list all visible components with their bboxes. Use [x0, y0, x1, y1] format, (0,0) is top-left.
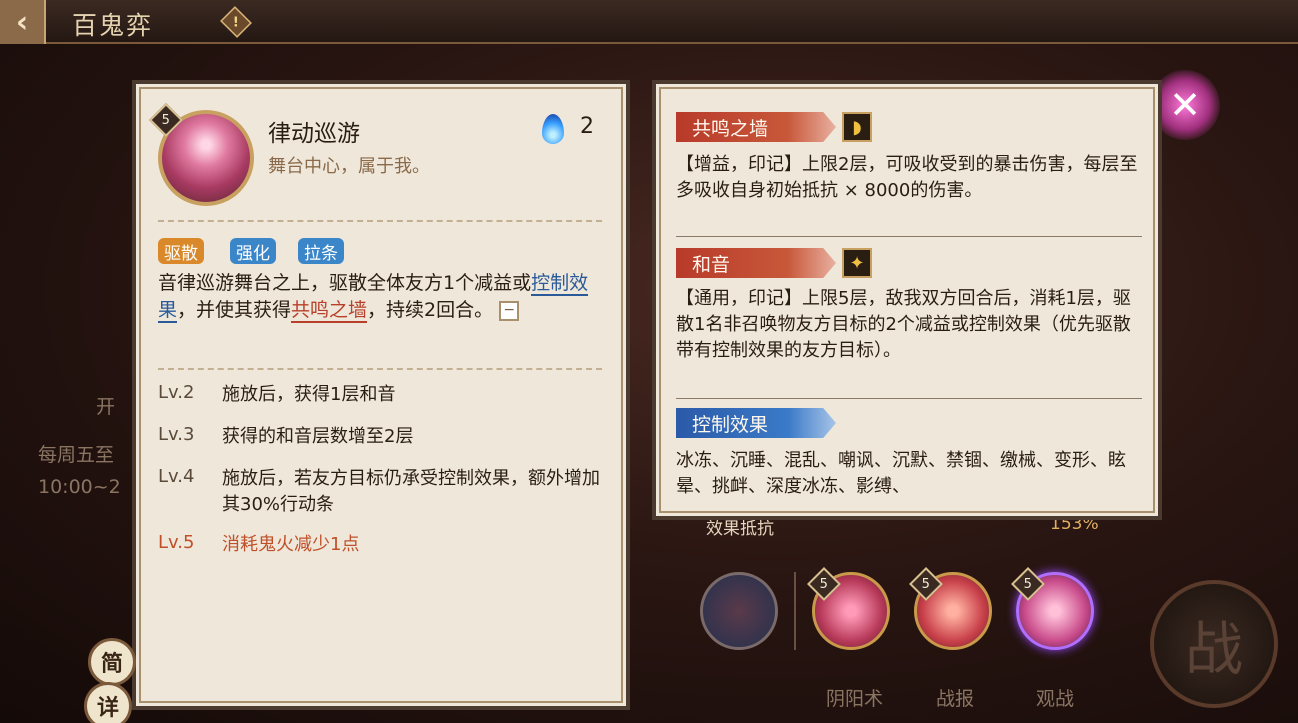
skill-name: 律动巡游: [268, 121, 360, 147]
warning-icon[interactable]: !: [220, 6, 252, 38]
page-title: 百鬼弈: [72, 11, 154, 40]
section-text: 【增益，印记】上限2层，可吸收受到的暴击伤害，每层至多吸收自身初始抵抗 × 80…: [676, 154, 1138, 201]
divider: [158, 368, 602, 370]
skill-main-text: 音律巡游舞台之上，驱散全体友方1个减益或控制效果，并使其获得共鸣之墙，持续2回合…: [158, 272, 589, 323]
top-bar: ‹ 百鬼弈 !: [0, 0, 1298, 44]
skill-description: 舞台中心，属于我。: [268, 156, 430, 177]
brief-toggle-button[interactable]: 简: [88, 638, 136, 686]
section-title: 和音: [676, 248, 836, 278]
tag-push-bar: 拉条: [298, 238, 344, 264]
tag-buff: 强化: [230, 238, 276, 264]
level-row-current: Lv.5 消耗鬼火减少1点: [158, 532, 360, 555]
battle-button[interactable]: 战: [1150, 580, 1278, 708]
bg-faded-text: 10:00~2: [38, 476, 121, 498]
tag-dispel: 驱散: [158, 238, 204, 264]
star-note-icon: ✦: [842, 248, 872, 278]
section-text: 冰冻、沉睡、混乱、嘲讽、沉默、禁锢、缴械、变形、眩晕、挑衅、深度冰冻、影缚、: [676, 450, 1126, 497]
nav-spectate[interactable]: 观战: [1036, 684, 1074, 711]
section-title: 控制效果: [676, 408, 836, 438]
level-row: Lv.2 施放后，获得1层和音: [158, 382, 396, 405]
divider: [676, 236, 1142, 237]
nav-onmyoji[interactable]: 阴阳术: [826, 684, 883, 711]
details-panel: 共鸣之墙 ◗ 【增益，印记】上限2层，可吸收受到的暴击伤害，每层至多吸收自身初始…: [652, 80, 1162, 520]
divider: [676, 398, 1142, 399]
shield-icon: ◗: [842, 112, 872, 142]
keyword-resonance-wall[interactable]: 共鸣之墙: [291, 299, 368, 323]
shikigami-avatar[interactable]: [700, 572, 778, 650]
level-row: Lv.4 施放后，若友方目标仍承受控制效果，额外增加其30%行动条: [158, 466, 600, 515]
skill-cost: 2: [580, 114, 594, 139]
ghost-fire-icon: [542, 114, 564, 144]
divider: [158, 220, 602, 222]
divider: [794, 572, 796, 650]
level-row: Lv.3 获得的和音层数增至2层: [158, 424, 414, 447]
section-text: 【通用，印记】上限5层，敌我双方回合后，消耗1层，驱散1名非召唤物友方目标的2个…: [676, 288, 1131, 361]
collapse-icon[interactable]: −: [499, 300, 520, 321]
skill-panel: 5 律动巡游 舞台中心，属于我。 2 驱散 强化 拉条 音律巡游舞台之上，驱散全…: [132, 80, 630, 710]
bg-faded-text: 每周五至: [38, 444, 115, 466]
section-title: 共鸣之墙: [676, 112, 836, 142]
detail-toggle-button[interactable]: 详: [84, 682, 132, 723]
nav-battle-report[interactable]: 战报: [936, 684, 974, 711]
bg-faded-text: 开: [96, 396, 116, 418]
back-arrow-icon[interactable]: ‹: [0, 0, 46, 44]
